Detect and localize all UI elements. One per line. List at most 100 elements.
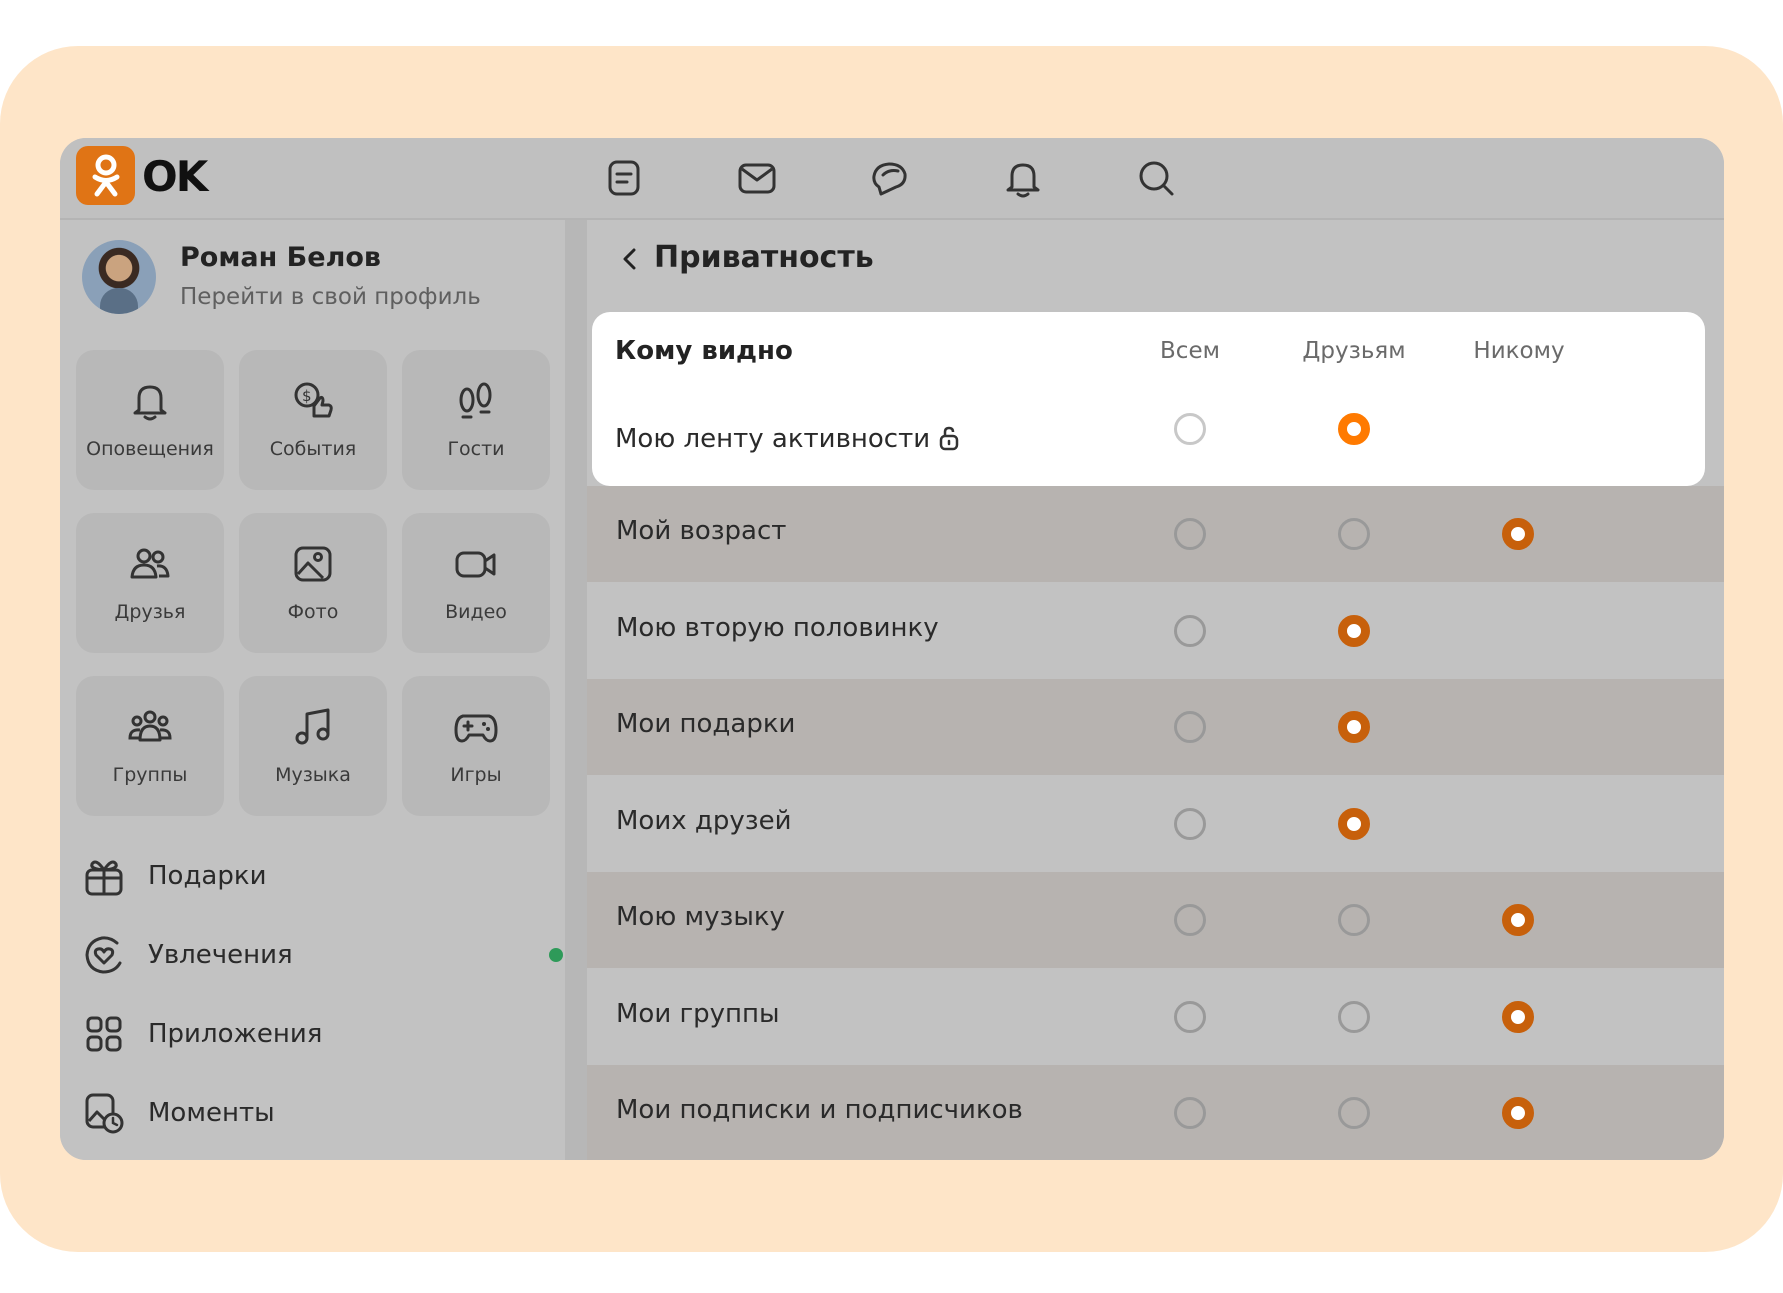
ok-logo-icon[interactable] <box>76 146 135 205</box>
radio-nobody[interactable] <box>1502 1097 1534 1129</box>
tile-label: Фото <box>287 601 339 623</box>
new-badge-dot <box>549 948 563 962</box>
profile-link[interactable]: Перейти в свой профиль <box>180 284 481 310</box>
tile-label: Игры <box>450 764 502 786</box>
radio-friends[interactable] <box>1338 518 1370 550</box>
user-name[interactable]: Роман Белов <box>180 242 381 273</box>
row-label: Мои подписки и подписчиков <box>616 1095 1023 1125</box>
radio-nobody[interactable] <box>1502 518 1534 550</box>
radio-everyone[interactable] <box>1174 711 1206 743</box>
tile-label: Видео <box>445 601 507 623</box>
tile-label: Друзья <box>114 601 186 623</box>
menu-moments[interactable]: Моменты <box>82 1083 542 1143</box>
menu-label: Подарки <box>148 861 267 891</box>
lock-icon <box>939 426 959 451</box>
gamepad-icon <box>453 704 499 750</box>
tile-label: Оповещения <box>86 438 214 460</box>
radio-nobody[interactable] <box>1502 904 1534 936</box>
row-label: Мою ленту активности <box>615 424 931 454</box>
privacy-row: Мою музыку <box>587 872 1724 968</box>
hobby-icon <box>82 933 126 977</box>
privacy-row: Мой возраст <box>587 486 1724 582</box>
radio-everyone[interactable] <box>1174 807 1206 840</box>
tile-games[interactable]: Игры <box>402 676 550 816</box>
tile-label: Гости <box>447 438 505 460</box>
visibility-header: Кому видно <box>615 336 793 366</box>
page-title: Приватность <box>654 240 874 275</box>
radio-friends[interactable] <box>1338 1097 1370 1129</box>
row-label: Мою вторую половинку <box>616 612 939 643</box>
menu-label: Моменты <box>148 1098 275 1128</box>
tile-label: Группы <box>112 764 188 786</box>
row-label: Мои подарки <box>616 709 796 739</box>
radio-friends[interactable] <box>1338 807 1370 840</box>
back-button[interactable] <box>615 244 645 274</box>
photo-icon <box>290 541 336 587</box>
sidebar: Роман Белов Перейти в свой профиль Опове… <box>60 220 565 1160</box>
tile-label: События <box>269 438 357 460</box>
radio-everyone[interactable] <box>1174 413 1206 445</box>
bell-icon[interactable] <box>999 154 1047 202</box>
sidebar-divider <box>565 220 587 1160</box>
tile-guests[interactable]: Гости <box>402 350 550 490</box>
chevron-left-icon <box>623 248 636 270</box>
row-label: Мою музыку <box>616 902 785 932</box>
privacy-row: Мою вторую половинку <box>587 582 1724 679</box>
row-label: Моих друзей <box>616 805 792 836</box>
tile-video[interactable]: Видео <box>402 513 550 653</box>
tile-groups[interactable]: Группы <box>76 676 224 816</box>
gift-icon <box>82 854 126 898</box>
radio-everyone[interactable] <box>1174 518 1206 550</box>
bell-icon <box>127 378 173 424</box>
menu-apps[interactable]: Приложения <box>82 1004 542 1064</box>
column-friends: Друзьям <box>1302 338 1406 364</box>
privacy-row: Мои подписки и подписчиков <box>587 1065 1724 1160</box>
row-label: Мои группы <box>616 998 780 1029</box>
coin-like-icon: $ <box>290 378 336 424</box>
logo-text: OK <box>142 152 208 201</box>
app-window: OK Роман Белов Перейти в свой профиль Оп… <box>60 138 1724 1160</box>
tile-events[interactable]: $ События <box>239 350 387 490</box>
tile-friends[interactable]: Друзья <box>76 513 224 653</box>
privacy-panel: Приватность Кому видно Всем Друзьям Нико… <box>587 220 1724 1160</box>
tile-photo[interactable]: Фото <box>239 513 387 653</box>
radio-everyone[interactable] <box>1174 614 1206 647</box>
groups-icon <box>127 704 173 750</box>
friends-icon <box>127 541 173 587</box>
top-bar: OK <box>60 138 1724 220</box>
tile-notifications[interactable]: Оповещения <box>76 350 224 490</box>
radio-everyone[interactable] <box>1174 1000 1206 1033</box>
menu-label: Приложения <box>148 1019 323 1049</box>
tile-music[interactable]: Музыка <box>239 676 387 816</box>
avatar[interactable] <box>82 240 156 314</box>
radio-friends[interactable] <box>1338 1000 1370 1033</box>
mail-icon[interactable] <box>733 154 781 202</box>
svg-text:$: $ <box>302 387 312 405</box>
radio-friends[interactable] <box>1338 413 1370 445</box>
footprints-icon <box>453 378 499 424</box>
apps-icon <box>82 1012 126 1056</box>
radio-friends[interactable] <box>1338 711 1370 743</box>
video-icon <box>453 541 499 587</box>
privacy-row: Мои подарки <box>587 679 1724 775</box>
menu-label: Увлечения <box>148 940 293 970</box>
radio-everyone[interactable] <box>1174 1097 1206 1129</box>
radio-nobody[interactable] <box>1502 1000 1534 1033</box>
radio-everyone[interactable] <box>1174 904 1206 936</box>
menu-gifts[interactable]: Подарки <box>82 846 542 906</box>
moments-icon <box>82 1091 126 1135</box>
privacy-header-card: Кому видно Всем Друзьям Никому Мою ленту… <box>592 312 1705 486</box>
radio-friends[interactable] <box>1338 614 1370 647</box>
chat-icon[interactable] <box>866 154 914 202</box>
menu-hobbies[interactable]: Увлечения <box>82 925 563 985</box>
privacy-row: Моих друзей <box>587 775 1724 872</box>
tile-label: Музыка <box>275 764 351 786</box>
row-activity-feed: Мою ленту активности <box>615 424 960 454</box>
music-icon <box>290 704 336 750</box>
search-icon[interactable] <box>1132 154 1180 202</box>
column-everyone: Всем <box>1160 338 1220 364</box>
row-label: Мой возраст <box>616 516 787 546</box>
feed-icon[interactable] <box>600 154 648 202</box>
radio-friends[interactable] <box>1338 904 1370 936</box>
column-nobody: Никому <box>1473 338 1565 364</box>
